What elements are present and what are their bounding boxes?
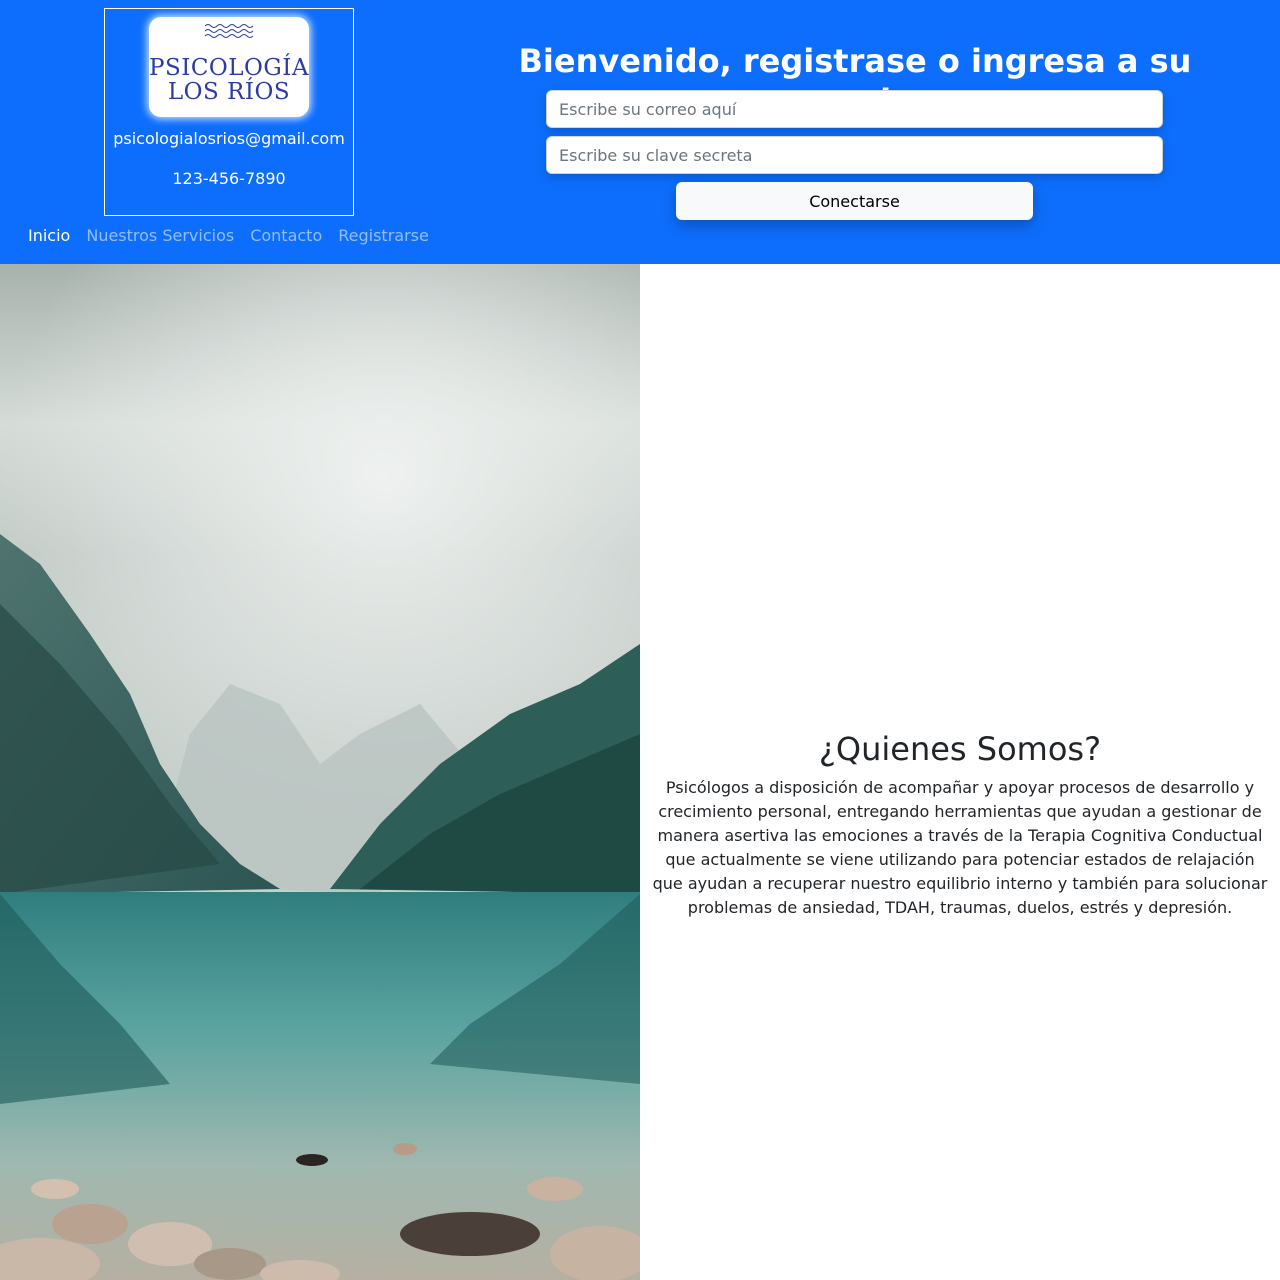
- nav-item-inicio[interactable]: Inicio: [20, 222, 78, 249]
- about-text: Psicólogos a disposición de acompañar y …: [652, 778, 1268, 917]
- connect-button[interactable]: Conectarse: [676, 182, 1033, 220]
- nav-item-nuestros-servicios[interactable]: Nuestros Servicios: [78, 222, 242, 249]
- logo-text-line1: PSICOLOGÍA: [149, 55, 309, 81]
- password-input[interactable]: [546, 136, 1163, 174]
- about-title: ¿Quienes Somos?: [818, 730, 1102, 768]
- nav-item-registrarse[interactable]: Registrarse: [330, 222, 437, 249]
- logo[interactable]: PSICOLOGÍA LOS RÍOS: [149, 17, 309, 117]
- waves-icon: [204, 24, 254, 38]
- main-nav: Inicio Nuestros Servicios Contacto Regis…: [20, 222, 437, 249]
- brand-card: PSICOLOGÍA LOS RÍOS psicologialosrios@gm…: [104, 8, 354, 216]
- site-header: PSICOLOGÍA LOS RÍOS psicologialosrios@gm…: [0, 0, 1280, 264]
- contact-phone: 123-456-7890: [172, 169, 286, 188]
- about-section: ¿Quienes Somos? Psicólogos a disposición…: [640, 264, 1280, 1280]
- contact-email: psicologialosrios@gmail.com: [113, 129, 345, 148]
- logo-text-line2: LOS RÍOS: [167, 79, 291, 105]
- nav-item-contacto[interactable]: Contacto: [242, 222, 330, 249]
- email-input[interactable]: [546, 90, 1163, 128]
- lake-mountain-photo: [0, 264, 640, 1280]
